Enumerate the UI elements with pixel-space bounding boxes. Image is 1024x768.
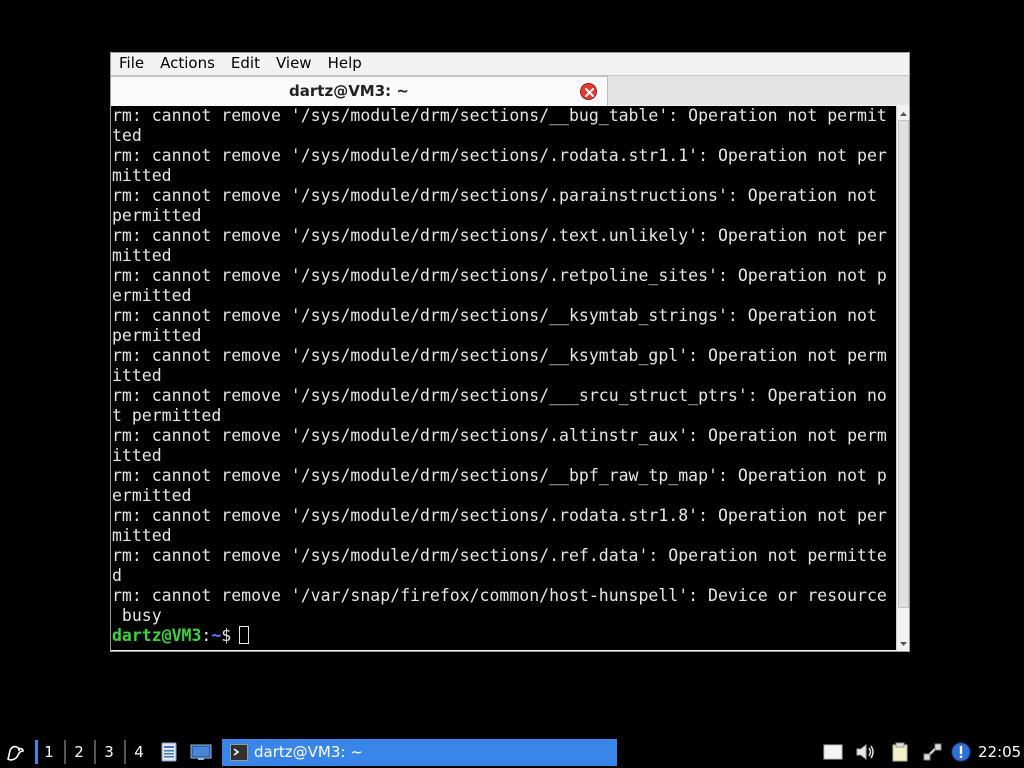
- terminal-line: rm: cannot remove '/sys/module/drm/secti…: [112, 146, 887, 165]
- menu-view[interactable]: View: [267, 52, 319, 74]
- terminal-line: ermitted: [112, 286, 192, 305]
- taskbar: 1 2 3 4 dartz@VM3: ~ 22:05: [0, 736, 1024, 768]
- terminal-line: mitted: [112, 246, 172, 265]
- file-manager-icon[interactable]: [158, 742, 180, 762]
- terminal-line: mitted: [112, 166, 172, 185]
- prompt-separator: :: [201, 626, 212, 645]
- show-desktop-icon[interactable]: [190, 742, 212, 762]
- terminal-line: itted: [112, 366, 162, 385]
- terminal-line: rm: cannot remove '/sys/module/drm/secti…: [112, 106, 887, 125]
- terminal-line: rm: cannot remove '/sys/module/drm/secti…: [112, 266, 887, 285]
- terminal-line: d: [112, 566, 122, 585]
- prompt-user: dartz@VM3: [112, 626, 202, 645]
- update-notification-icon[interactable]: [950, 742, 972, 762]
- terminal-line: ermitted: [112, 486, 192, 505]
- terminal-line: rm: cannot remove '/sys/module/drm/secti…: [112, 466, 887, 485]
- terminal-line: permitted: [112, 326, 202, 345]
- tab-title: dartz@VM3: ~: [289, 82, 409, 100]
- clipboard-icon[interactable]: [822, 742, 844, 762]
- prompt-path: ~: [211, 626, 222, 645]
- terminal-line: rm: cannot remove '/var/snap/firefox/com…: [112, 586, 887, 605]
- workspace-2-button[interactable]: 2: [66, 740, 92, 764]
- terminal-line: rm: cannot remove '/sys/module/drm/secti…: [112, 186, 887, 205]
- workspace-1-button[interactable]: 1: [36, 740, 62, 764]
- workspace-3-button[interactable]: 3: [96, 740, 122, 764]
- tab-terminal[interactable]: dartz@VM3: ~: [110, 76, 608, 106]
- terminal-icon: [230, 744, 248, 761]
- terminal-line: rm: cannot remove '/sys/module/drm/secti…: [112, 506, 887, 525]
- text-cursor: [239, 626, 250, 644]
- terminal-line: permitted: [112, 206, 202, 225]
- terminal-line: rm: cannot remove '/sys/module/drm/secti…: [112, 226, 887, 245]
- menu-actions[interactable]: Actions: [151, 52, 222, 74]
- shell-prompt[interactable]: dartz@VM3:~$: [112, 626, 887, 646]
- taskbar-terminal-button[interactable]: dartz@VM3: ~: [222, 739, 617, 766]
- terminal-line: rm: cannot remove '/sys/module/drm/secti…: [112, 346, 887, 365]
- menu-help[interactable]: Help: [319, 52, 369, 74]
- clock: 22:05: [978, 743, 1022, 761]
- terminal-line: t permitted: [112, 406, 222, 425]
- terminal-line: rm: cannot remove '/sys/module/drm/secti…: [112, 306, 887, 325]
- scroll-up-arrow-icon[interactable]: [897, 106, 910, 120]
- menu-edit[interactable]: Edit: [222, 52, 267, 74]
- menu-file[interactable]: File: [110, 52, 151, 74]
- taskbar-terminal-label: dartz@VM3: ~: [254, 743, 363, 761]
- terminal-line: ted: [112, 126, 142, 145]
- vertical-scrollbar[interactable]: [896, 106, 909, 650]
- terminal-output[interactable]: rm: cannot remove '/sys/module/drm/secti…: [110, 106, 896, 650]
- start-menu-icon[interactable]: [4, 741, 26, 763]
- notes-icon[interactable]: [890, 742, 912, 762]
- terminal-line: busy: [112, 606, 162, 625]
- workspace-4-button[interactable]: 4: [126, 740, 152, 764]
- prompt-symbol: $: [221, 626, 232, 645]
- terminal-line: mitted: [112, 526, 172, 545]
- network-icon[interactable]: [922, 742, 944, 762]
- scroll-down-arrow-icon[interactable]: [897, 636, 910, 650]
- terminal-line: itted: [112, 446, 162, 465]
- tab-bar: dartz@VM3: ~: [110, 75, 910, 106]
- scrollbar-thumb[interactable]: [898, 120, 909, 608]
- terminal-lines: rm: cannot remove '/sys/module/drm/secti…: [112, 106, 887, 646]
- close-tab-icon[interactable]: [580, 83, 597, 100]
- terminal-window: File Actions Edit View Help dartz@VM3: ~…: [110, 52, 910, 652]
- volume-icon[interactable]: [854, 742, 876, 762]
- terminal-line: rm: cannot remove '/sys/module/drm/secti…: [112, 386, 887, 405]
- terminal-line: rm: cannot remove '/sys/module/drm/secti…: [112, 426, 887, 445]
- menu-bar: File Actions Edit View Help: [110, 52, 910, 74]
- terminal-line: rm: cannot remove '/sys/module/drm/secti…: [112, 546, 887, 565]
